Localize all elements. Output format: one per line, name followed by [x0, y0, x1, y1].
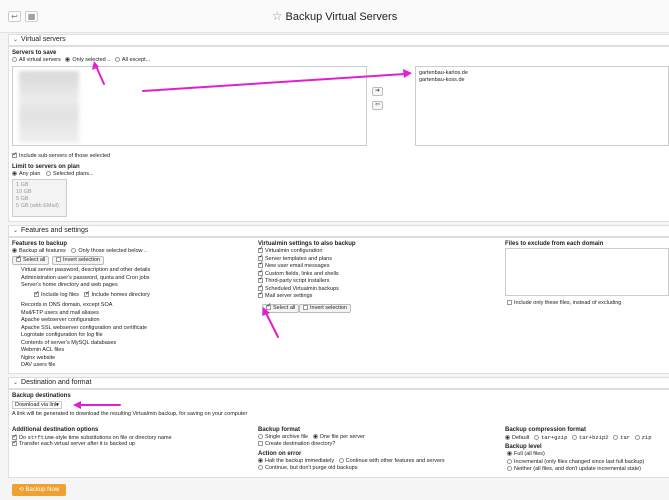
annotation-arrowhead — [403, 69, 412, 78]
annotation-overlay — [73, 61, 412, 409]
annotation-arrow-line — [142, 73, 406, 92]
annotation-arrow-line — [265, 312, 279, 338]
annotation-arrow-line — [95, 65, 105, 85]
annotation-arrowhead — [73, 401, 81, 409]
